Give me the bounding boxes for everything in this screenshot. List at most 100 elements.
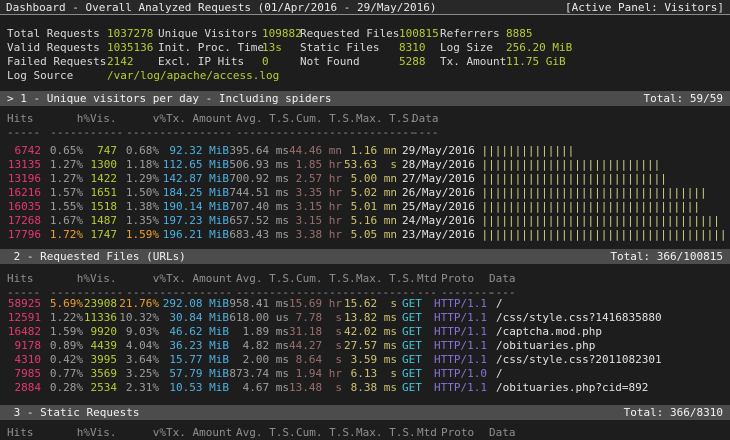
summary-pair: Unique Visitors109882 [158,27,302,41]
table-row[interactable]: 172681.67%14871.35%197.23 MiB657.52 ms3.… [7,214,720,228]
summary-pair: Init. Proc. Time13s [158,41,282,55]
cell-hits: 58925 [7,297,41,311]
cell-visitors: 23908 [83,297,117,311]
summary-pair: Valid Requests1035136 [7,41,153,55]
cell-avg-ts: 700.92 ms [229,172,289,186]
table-row[interactable]: 160351.55%15181.38%190.14 MiB707.40 ms3.… [7,200,700,214]
cell-max-ts: 5.16 mn [342,214,397,228]
table-row[interactable]: 91780.89%44394.04%36.23 MiB4.82 ms44.27 … [7,339,724,353]
cell-visitors: 1422 [83,172,117,186]
panel-3-header-bar[interactable]: 3 - Static RequestsTotal: 366/8310 [0,405,730,420]
summary-value: /var/log/apache/access.log [107,69,279,83]
cell-request-url: /css/style.css?1416835880 [496,311,724,325]
date-value: 28/May/2016 [402,158,481,171]
cell-hits-percent: 0.42% [41,353,83,367]
table-row[interactable]: 589255.69%2390821.76%292.08 MiB958.41 ms… [7,297,724,311]
separator-dashes: ----- [7,126,48,140]
panel-2-header-bar[interactable]: 2 - Requested Files (URLs)Total: 366/100… [0,249,730,264]
cell-protocol: HTTP/1.1 [434,297,490,311]
cell-tx-amount: 112.65 MiB [159,158,229,172]
panel-1-header-separator: ----------------------------------------… [7,126,492,140]
table-row[interactable]: 43100.42%39953.64%15.77 MiB2.00 ms8.64 s… [7,353,724,367]
cell-cum-ts: 2.57 hr [289,172,342,186]
summary-label: Not Found [300,55,399,69]
cell-avg-ts: 4.67 ms [229,381,289,395]
separator-dashes: ------ [48,126,90,140]
cell-request-url: / [496,367,724,381]
cell-hits: 4310 [7,353,41,367]
table-row[interactable]: 131351.27%13001.18%112.65 MiB506.93 ms1.… [7,158,660,172]
cell-max-ts: 15.62 s [342,297,397,311]
cell-tx-amount: 142.87 MiB [159,172,229,186]
cell-hits: 17268 [7,214,41,228]
summary-pair: Log Source/var/log/apache/access.log [7,69,279,83]
summary-label: Tx. Amount [440,55,506,69]
cell-cum-ts: 1.94 hr [289,367,342,381]
cell-hits-percent: 1.55% [41,200,83,214]
panel-1-header-bar[interactable]: > 1 - Unique visitors per day - Includin… [0,91,730,106]
summary-label: Valid Requests [7,41,107,55]
cell-avg-ts: 873.74 ms [229,367,289,381]
cell-visitors-percent: 21.76% [117,297,159,311]
summary-pair: Static Files8310 [300,41,426,55]
cell-method: GET [402,297,424,311]
summary-value: 13s [262,41,282,55]
cell-hits-percent: 0.77% [41,367,83,381]
cell-max-ts: 27.57 ms [342,339,397,353]
cell-request-url: /css/style.css?2011082301 [496,353,724,367]
cell-max-ts: 5.02 mn [342,186,397,200]
cell-protocol: HTTP/1.1 [434,381,490,395]
summary-label: Log Source [7,69,107,83]
column-header: h% [48,426,90,440]
cell-hits: 6742 [7,144,41,158]
cell-tx-amount: 197.23 MiB [159,214,229,228]
table-row[interactable]: 79850.77%35693.25%57.79 MiB873.74 ms1.94… [7,367,724,381]
cell-request-url: / [496,297,724,311]
table-row[interactable]: 131961.27%14221.29%142.87 MiB700.92 ms2.… [7,172,667,186]
table-row[interactable]: 177961.72%17471.59%196.21 MiB683.43 ms3.… [7,228,727,242]
date-value: 23/May/2016 [402,228,481,241]
column-header: Max. T.S. [356,112,412,126]
cell-tx-amount: 36.23 MiB [159,339,229,353]
table-row[interactable]: 125911.22%1133610.32%30.84 MiB618.00 us7… [7,311,724,325]
summary-row: Total Requests1037278Unique Visitors1098… [7,27,727,41]
cell-request-url: /captcha.mod.php [496,325,724,339]
summary-label: Requested Files [300,27,399,41]
summary-label: Unique Visitors [158,27,262,41]
cell-max-ts: 5.01 mn [342,200,397,214]
cell-visitors: 747 [83,144,117,158]
table-row[interactable]: 67420.65%7470.68%92.32 MiB395.64 ms44.46… [7,144,574,158]
cell-avg-ts: 1.89 ms [229,325,289,339]
separator-dashes: ---- [412,126,492,140]
summary-label: Failed Requests [7,55,107,69]
cell-visitors: 11336 [83,311,117,325]
cell-avg-ts: 657.52 ms [229,214,289,228]
column-header: v% [124,426,166,440]
summary-row: Valid Requests1035136 Init. Proc. Time13s… [7,41,727,55]
cell-max-ts: 53.63 s [342,158,397,172]
table-row[interactable]: 162161.57%16511.50%184.25 MiB744.51 ms3.… [7,186,707,200]
table-row[interactable]: 164821.59%99209.03%46.62 MiB1.89 ms31.18… [7,325,724,339]
table-row[interactable]: 28840.28%25342.31%10.53 MiB4.67 ms13.48 … [7,381,724,395]
cell-visitors: 3995 [83,353,117,367]
cell-visitors-percent: 1.29% [117,172,159,186]
hits-bar: ||||||||||||||||||||||||||| [481,158,660,171]
column-header: Cum. T.S. [296,272,356,286]
cell-date-and-bars: 28/May/2016 ||||||||||||||||||||||||||| [402,158,660,172]
cell-max-ts: 3.59 ms [342,353,397,367]
cell-hits: 7985 [7,367,41,381]
column-header: Vis. [90,112,124,126]
cell-method: GET [402,325,424,339]
column-header: Hits [7,272,48,286]
column-header: v% [124,272,166,286]
cell-tx-amount: 30.84 MiB [159,311,229,325]
cell-hits-percent: 0.28% [41,381,83,395]
cell-cum-ts: 3.35 hr [289,186,342,200]
cell-visitors-percent: 4.04% [117,339,159,353]
column-header: Proto [441,426,489,440]
cell-date-and-bars: 24/May/2016 ||||||||||||||||||||||||||||… [402,214,720,228]
cell-cum-ts: 31.18 s [289,325,342,339]
hits-bar: |||||||||||||||||||||||||||||||||| [481,186,706,199]
cell-hits-percent: 1.27% [41,172,83,186]
cell-hits: 2884 [7,381,41,395]
